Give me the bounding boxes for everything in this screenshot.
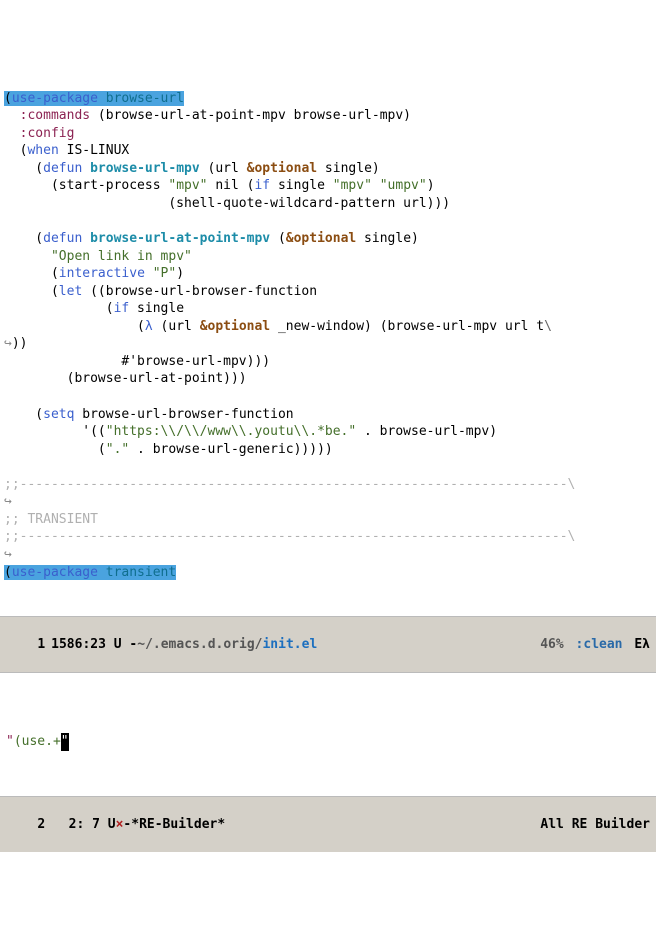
vc-status: :clean [576,637,623,652]
mode-indicator: Eλ [627,637,650,652]
cursor-position: 2: 7 [69,817,100,832]
scroll-all: All [540,817,563,832]
code-line: :config [4,126,74,141]
cursor-position: 1586:23 [51,637,106,652]
highlighted-form-transient: (use-package transient [4,565,176,580]
code-line: #'browse-url-mpv))) [4,354,270,369]
code-line: (if single [4,301,184,316]
major-mode: RE Builder [572,817,650,832]
code-line: (λ (url &optional _new-window) (browse-u… [4,319,552,334]
highlighted-form-start: (use-package browse-url [4,91,184,106]
comment-rule: ;;--------------------------------------… [4,477,575,492]
code-line: "Open link in mpv" [4,249,192,264]
wrap-icon: ↪ [4,547,12,562]
code-editor-window[interactable]: (use-package browse-url :commands (brows… [0,70,656,581]
modeline-rebuilder[interactable]: 2 2: 7 U×-*RE-Builder* All RE Builder [0,796,656,852]
file-name: init.el [262,637,317,652]
code-line: (defun browse-url-at-point-mpv (&optiona… [4,231,419,246]
regex-text: (use.+ [14,734,61,749]
modeline-main[interactable]: 11586:23 U -~/.emacs.d.orig/init.el 46% … [0,616,656,673]
buffer-flags: U - [114,637,137,652]
code-line: (defun browse-url-mpv (url &optional sin… [4,161,380,176]
code-line: (setq browse-url-browser-function [4,407,294,422]
wrap-icon: ↪ [4,494,12,509]
code-line: (start-process "mpv" nil (if single "mpv… [4,178,435,193]
regex-quote-open: " [6,734,14,749]
buffer-flag-dash: - [123,817,131,832]
scroll-percent: 46% [540,637,563,652]
buffer-flag-u: U [108,817,116,832]
file-path: ~/.emacs.d.orig/ [137,637,262,652]
comment-rule: ;;--------------------------------------… [4,529,575,544]
code-line: (let ((browse-url-browser-function [4,284,317,299]
re-builder-input[interactable]: "(use.+" [0,708,656,761]
comment-heading: ;; TRANSIENT [4,512,98,527]
window-number: 2 [37,817,45,832]
buffer-modified-icon: × [116,817,124,832]
window-number: 1 [37,637,45,652]
text-cursor: " [61,733,69,751]
code-line: (shell-quote-wildcard-pattern url))) [4,196,450,211]
code-line: (browse-url-at-point))) [4,371,247,386]
code-line: '(("https:\\/\\/www\\.youtu\\.*be." . br… [4,424,497,439]
code-line: (when IS-LINUX [4,143,129,158]
buffer-name: *RE-Builder* [131,817,225,832]
code-wrapped-line: ↪)) [4,336,27,351]
code-line: :commands (browse-url-at-point-mpv brows… [4,108,411,123]
code-line: ("." . browse-url-generic))))) [4,442,333,457]
code-line: (interactive "P") [4,266,184,281]
